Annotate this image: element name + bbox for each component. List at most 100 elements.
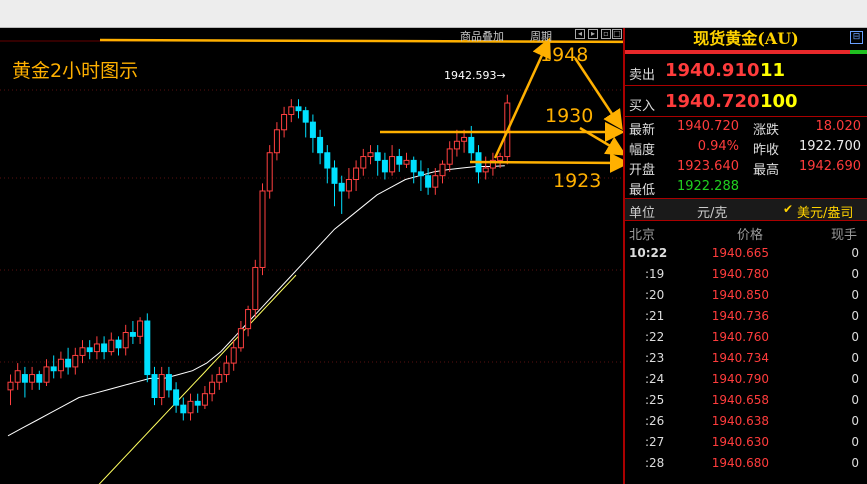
tick-time: :27 [645, 435, 665, 449]
candle-body [446, 148, 453, 165]
tick-volume: 0 [851, 267, 859, 281]
unit-label: 单位 [629, 206, 656, 221]
tick-price: 1940.790 [711, 372, 769, 386]
unit-usd-option[interactable]: 美元/盎司 [797, 202, 853, 221]
candle-body [381, 159, 388, 173]
open-value: 1923.640 [676, 159, 739, 174]
candle-body [374, 152, 381, 161]
candle-body [158, 374, 165, 399]
candle-body [173, 389, 180, 406]
period-menu[interactable]: 周期 [530, 28, 552, 44]
tick-time: :28 [645, 456, 665, 470]
low-label: 最低 [629, 183, 656, 198]
buy-label: 买入 [629, 99, 656, 114]
buy-pressure-bar [850, 50, 867, 54]
chart-title: 黄金2小时图示 [12, 60, 139, 82]
prev-icon[interactable]: ◂ [575, 29, 585, 39]
candle-body [461, 136, 468, 142]
candle-body [79, 347, 86, 356]
tick-volume: 0 [851, 351, 859, 365]
tick-scrollbar[interactable] [861, 244, 867, 484]
candle-body [209, 381, 216, 395]
candle-body [266, 152, 273, 192]
next-icon[interactable]: ▸ [588, 29, 598, 39]
latest-label: 最新 [629, 123, 656, 138]
candle-body [273, 129, 280, 154]
candle-body [295, 106, 302, 112]
change-value: 18.020 [815, 119, 862, 134]
sell-pressure-bar [625, 50, 850, 54]
tick-price: 1940.665 [711, 246, 769, 260]
tick-time: :23 [645, 351, 665, 365]
panel-header: 现货黄金(AU) ⊟ [625, 28, 867, 50]
tick-volume: 0 [851, 414, 859, 428]
candle-body [338, 182, 345, 192]
tick-price: 1940.734 [711, 351, 769, 365]
tick-volume: 0 [851, 435, 859, 449]
candle-body [410, 159, 417, 173]
tick-header: 北京 价格 现手 [625, 223, 867, 243]
candle-body [187, 400, 194, 414]
candle-body [223, 362, 230, 376]
tick-volume: 0 [851, 372, 859, 386]
tick-price: 1940.780 [711, 267, 769, 281]
tick-price: 1940.630 [711, 435, 769, 449]
candle-body [482, 167, 489, 173]
restore-icon[interactable]: ▫ [601, 29, 611, 39]
open-label: 开盘 [629, 163, 656, 178]
level-label-1948: 1948 [540, 44, 589, 66]
candle-body [309, 121, 316, 138]
maximize-icon[interactable]: □ [612, 29, 622, 39]
candle-body [43, 366, 50, 383]
level-label-1923: 1923 [553, 170, 602, 192]
chart-area[interactable]: 商品叠加 周期 ◂ ▸ ▫ □ 黄金2小时图示 1942.593→ 1948 1… [0, 28, 623, 484]
candlestick-chart [0, 37, 623, 484]
candle-body [345, 179, 352, 192]
low-value: 1922.288 [676, 179, 739, 194]
high-label: 最高 [753, 163, 780, 178]
peak-price-label: 1942.593→ [444, 69, 506, 82]
candle-body [331, 167, 338, 184]
high-value: 1942.690 [798, 159, 861, 174]
candle-body [439, 163, 446, 177]
tick-row: :22 1940.760 0 [625, 328, 867, 349]
tick-time: :24 [645, 372, 665, 386]
tick-price: 1940.850 [711, 288, 769, 302]
quote-panel: 现货黄金(AU) ⊟ 卖出 1940.910 11 买入 1940.720 10… [623, 28, 867, 484]
candle-body [453, 140, 460, 150]
tick-row: 10:22 1940.665 0 [625, 244, 867, 265]
tick-volume: 0 [851, 309, 859, 323]
candle-body [252, 266, 259, 311]
candle-body [237, 328, 244, 349]
ma-long-line [98, 274, 297, 484]
candle-body [245, 309, 252, 330]
tick-header-price: 价格 [737, 228, 764, 243]
candle-body [144, 320, 151, 376]
panel-settings-icon[interactable]: ⊟ [850, 31, 863, 44]
candle-body [288, 106, 295, 115]
candle-body [497, 156, 504, 161]
candle-body [108, 339, 115, 353]
tick-time: :22 [645, 330, 665, 344]
candle-body [165, 374, 172, 391]
tick-volume: 0 [851, 330, 859, 344]
amplitude-label: 幅度 [629, 143, 656, 158]
candle-body [194, 400, 201, 406]
overlay-menu[interactable]: 商品叠加 [460, 28, 504, 44]
candle-body [122, 331, 129, 349]
tick-row: :21 1940.736 0 [625, 307, 867, 328]
unit-yuan-option[interactable]: 元/克 [697, 202, 727, 221]
candle-body [57, 358, 64, 372]
change-label: 涨跌 [753, 123, 780, 138]
candle-body [403, 159, 410, 165]
candle-body [417, 171, 424, 177]
candle-body [65, 358, 72, 368]
buy-volume: 100 [760, 91, 798, 112]
tick-price: 1940.658 [711, 393, 769, 407]
tick-row: :26 1940.638 0 [625, 412, 867, 433]
sell-price: 1940.910 [665, 60, 760, 81]
candle-body [93, 343, 100, 353]
tick-header-volume: 现手 [831, 228, 858, 243]
candle-body [396, 156, 403, 165]
panel-title: 现货黄金(AU) [693, 29, 799, 48]
